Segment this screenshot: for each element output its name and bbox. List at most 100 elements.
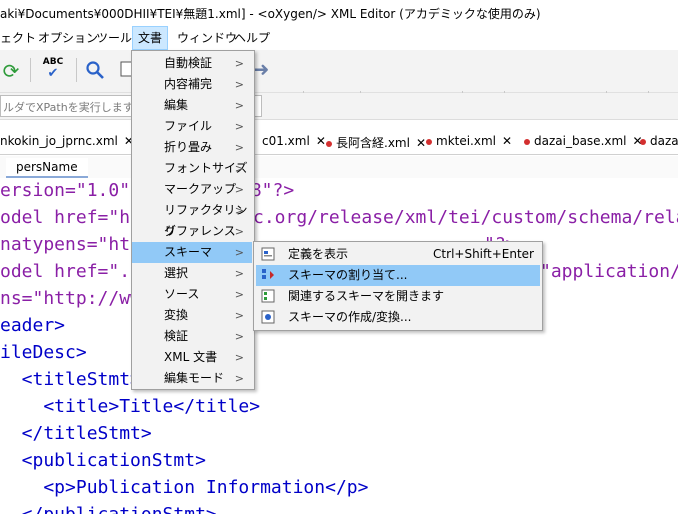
xml-editor[interactable]: ersion="1.0" e odel href="htt natypens="… [0,178,678,514]
chevron-right-icon: > [234,309,244,322]
code-line: <publicationStmt> [0,450,206,471]
menu-tools[interactable]: ツール [96,26,132,50]
chevron-right-icon: > [234,330,244,343]
tab-label: nkokin_jo_jprnc.xml [0,134,118,148]
menu-project[interactable]: ェクト [0,26,36,50]
menu-item-markup[interactable]: マークアップ > [132,179,252,200]
submenu-item-open-related-schema[interactable]: 関連するスキーマを開きます [256,286,540,307]
assign-schema-icon [261,268,275,282]
menu-item-source[interactable]: ソース > [132,284,252,305]
code-line: ns="http://www [0,288,152,309]
menu-item-edit[interactable]: 編集 > [132,95,252,116]
submenu-item-assign-schema[interactable]: スキーマの割り当て... [256,265,540,286]
menu-item-xml-document[interactable]: XML 文書 > [132,347,252,368]
menu-item-font-size[interactable]: フォントサイズ > [132,158,252,179]
window-title: aki¥Documents¥000DHII¥TEI¥無題1.xml] - <oX… [0,7,541,21]
chevron-right-icon: > [234,246,244,259]
menu-item-label: XML 文書 [164,350,218,364]
chevron-right-icon: > [234,288,244,301]
menu-item-label: マークアップ [164,182,237,196]
menu-item-folding[interactable]: 折り畳み > [132,137,252,158]
chevron-right-icon: > [234,225,244,238]
submenu-item-label: スキーマの割り当て... [288,268,408,282]
menu-item-label: ソース [164,287,200,301]
code-line: ersion="1.0" e [0,180,152,201]
menu-item-edit-mode[interactable]: 編集モード > [132,368,252,389]
tab-c01[interactable]: c01.xml ✕ [262,134,326,152]
code-line: <title>Title</title> [0,396,261,417]
tab-dazai-base[interactable]: dazai_base.xml ✕ [524,134,643,152]
submenu-item-label: 定義を表示 [288,247,349,261]
toolbar-separator [30,58,31,82]
submenu-item-shortcut: Ctrl+Shift+Enter [433,247,534,261]
breadcrumb-persname[interactable]: persName [6,158,88,179]
code-fragment: c.org/release/xml/tei/custom/schema/rela… [253,207,678,228]
tab-choagongyo[interactable]: 長阿含経.xml ✕ [326,134,426,152]
title-bar: aki¥Documents¥000DHII¥TEI¥無題1.xml] - <oX… [0,0,678,26]
chevron-right-icon: > [234,162,244,175]
submenu-item-label: 関連するスキーマを開きます [288,289,445,303]
tab-label: 長阿含経.xml [336,136,410,150]
tab-mktei[interactable]: mktei.xml ✕ [426,134,512,152]
close-icon[interactable]: ✕ [416,136,426,150]
menu-item-content-completion[interactable]: 内容補完 > [132,74,252,95]
chevron-right-icon: > [234,141,244,154]
tab-dazai[interactable]: dazai_ [640,134,678,152]
xpath-bar: ルダでXPathを実行します [0,93,678,120]
menu-help[interactable]: ヘルプ [234,26,270,50]
search-icon[interactable] [84,59,106,81]
menu-item-select[interactable]: 選択 > [132,263,252,284]
menu-item-file[interactable]: ファイル > [132,116,252,137]
code-line: </titleStmt> [0,423,152,444]
menu-item-label: 変換 [164,308,189,322]
close-icon[interactable]: ✕ [502,134,512,148]
modified-dot [426,138,432,145]
code-line: natypens="http [0,234,152,255]
toolbar: ⟳ ABC ✔ ➜ ⚙ ▼ 🔧 📌 ✚ ✎ 📌 [0,50,678,114]
code-line: <titleStmt> [0,369,141,390]
modified-dot [640,138,646,145]
tab-label: dazai_ [650,134,678,148]
menu-item-label: リファレンス [164,224,236,238]
menu-window[interactable]: ウィンドウ [177,26,237,50]
chevron-right-icon: > [234,204,244,217]
submenu-item-create-convert-schema[interactable]: スキーマの作成/変換... [256,307,540,328]
submenu-item-show-definition[interactable]: 定義を表示 Ctrl+Shift+Enter [256,244,540,265]
editor-tabs: nkokin_jo_jprnc.xml ✕ c01.xml ✕ 長阿含経.xml ✕ … [0,130,678,155]
chevron-right-icon: > [234,99,244,112]
tab-label: dazai_base.xml [534,134,627,148]
menu-item-label: 編集モード [164,371,225,385]
menu-bar: ェクト オプション ツール 文書 ウィンドウ ヘルプ [0,26,678,50]
modified-dot [326,140,332,147]
toolbar-separator [76,58,77,82]
menu-item-transform[interactable]: 変換 > [132,305,252,326]
chevron-right-icon: > [234,183,244,196]
tab-nkokin[interactable]: nkokin_jo_jprnc.xml ✕ [0,134,134,152]
schema-submenu: 定義を表示 Ctrl+Shift+Enter スキーマの割り当て... 関連する… [253,241,543,331]
tab-label: c01.xml [262,134,310,148]
menu-item-auto-validate[interactable]: 自動検証 > [132,53,252,74]
menu-item-validate[interactable]: 検証 > [132,326,252,347]
chevron-right-icon: > [234,372,244,385]
menu-item-references[interactable]: リファレンス > [132,221,252,242]
code-line: odel href="htt [0,207,152,228]
chevron-right-icon: > [234,57,244,70]
menu-item-label: スキーマ [164,245,213,259]
code-line: <p>Publication Information</p> [0,477,369,498]
menu-item-refactoring[interactable]: リファクタリング > [132,200,252,238]
menu-document[interactable]: 文書 [132,26,169,50]
menu-item-schema[interactable]: スキーマ > [132,242,252,263]
refresh-icon[interactable]: ⟳ [0,59,22,83]
chevron-right-icon: > [234,267,244,280]
menu-item-label: 内容補完 [164,77,213,91]
menu-options[interactable]: オプション [38,26,98,50]
code-line: </publicationStmt> [0,502,217,514]
chevron-right-icon: > [234,120,244,133]
xpath-placeholder: ルダでXPathを実行します [3,101,134,114]
close-icon[interactable]: ✕ [316,134,326,148]
submenu-item-label: スキーマの作成/変換... [288,310,412,324]
spellcheck-icon[interactable]: ABC ✔ [40,58,66,81]
code-line: odel href="../ [0,261,152,282]
menu-item-label: 検証 [164,329,189,343]
menu-item-label: 編集 [164,98,189,112]
